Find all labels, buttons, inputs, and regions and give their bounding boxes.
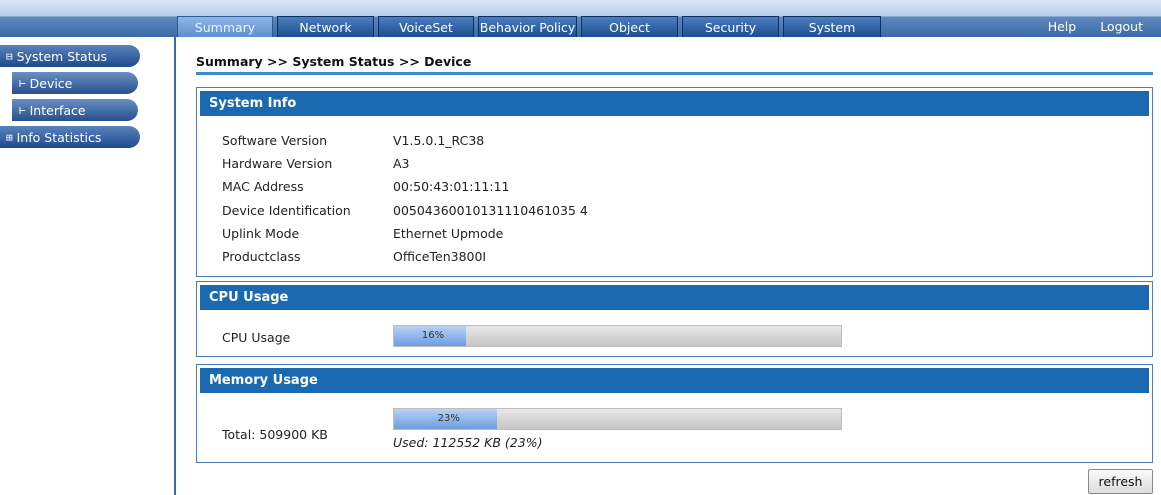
- cpu-usage-percent: 16%: [421, 330, 445, 341]
- panel-title: CPU Usage: [200, 285, 1149, 310]
- expand-icon: ⊞: [6, 130, 13, 144]
- hardware-version-value: A3: [393, 156, 410, 171]
- memory-total-label: Total: 509900 KB: [222, 427, 328, 442]
- uplink-mode-value: Ethernet Upmode: [393, 226, 504, 241]
- sidebar-item-label: Info Statistics: [16, 129, 102, 145]
- tab-voiceset[interactable]: VoiceSet: [378, 16, 474, 37]
- memory-usage-bar: 23%: [393, 408, 842, 430]
- sidebar-item-interface[interactable]: ⊢ Interface: [12, 99, 138, 121]
- cpu-usage-bar: 16%: [393, 325, 842, 347]
- info-label: Hardware Version: [222, 156, 333, 171]
- software-version-value: V1.5.0.1_RC38: [393, 133, 485, 148]
- sidebar-item-device[interactable]: ⊢ Device: [12, 72, 138, 94]
- tab-summary[interactable]: Summary: [177, 16, 273, 37]
- memory-usage-panel: Memory Usage Total: 509900 KB 23% Used: …: [196, 364, 1153, 463]
- sidebar-item-label: System Status: [16, 48, 108, 64]
- mac-address-value: 00:50:43:01:11:11: [393, 179, 510, 194]
- tab-security[interactable]: Security: [682, 16, 779, 37]
- panel-title: Memory Usage: [200, 368, 1149, 393]
- breadcrumb: Summary >> System Status >> Device: [196, 54, 472, 69]
- sidebar-item-system-status[interactable]: ⊟ System Status: [0, 45, 140, 67]
- tab-object[interactable]: Object: [581, 16, 678, 37]
- top-links: Help Logout: [1024, 16, 1143, 37]
- refresh-button[interactable]: refresh: [1088, 469, 1153, 494]
- sidebar-item-label: Device: [29, 75, 73, 91]
- info-label: Software Version: [222, 133, 328, 148]
- tree-branch-icon: ⊢: [19, 103, 26, 117]
- tab-network[interactable]: Network: [277, 16, 374, 37]
- help-link[interactable]: Help: [1048, 19, 1077, 34]
- sidebar-item-info-statistics[interactable]: ⊞ Info Statistics: [0, 126, 140, 148]
- info-label: Device Identification: [222, 203, 351, 218]
- collapse-icon: ⊟: [6, 49, 13, 63]
- device-identification-value: 00504360010131110461035 4: [393, 203, 588, 218]
- panel-title: System Info: [200, 91, 1149, 116]
- memory-used-text: Used: 112552 KB (23%): [393, 435, 543, 450]
- info-label: Uplink Mode: [222, 226, 300, 241]
- logout-link[interactable]: Logout: [1100, 19, 1143, 34]
- breadcrumb-divider: [196, 72, 1153, 75]
- sidebar-item-label: Interface: [29, 102, 86, 118]
- tab-behavior-policy[interactable]: Behavior Policy: [478, 16, 577, 37]
- tab-system[interactable]: System: [783, 16, 881, 37]
- system-info-panel: System Info Software Version V1.5.0.1_RC…: [196, 87, 1153, 277]
- cpu-usage-label: CPU Usage: [222, 330, 291, 345]
- sidebar: ⊟ System Status ⊢ Device ⊢ Interface ⊞ I…: [0, 37, 176, 495]
- top-nav-bar: Summary Network VoiceSet Behavior Policy…: [0, 0, 1161, 37]
- info-label: Productclass: [222, 249, 301, 264]
- productclass-value: OfficeTen3800I: [393, 249, 487, 264]
- memory-usage-percent: 23%: [437, 413, 460, 424]
- tree-branch-icon: ⊢: [19, 76, 26, 90]
- cpu-usage-panel: CPU Usage CPU Usage 16%: [196, 281, 1153, 357]
- main-tabs: Summary Network VoiceSet Behavior Policy…: [177, 16, 885, 37]
- info-label: MAC Address: [222, 179, 304, 194]
